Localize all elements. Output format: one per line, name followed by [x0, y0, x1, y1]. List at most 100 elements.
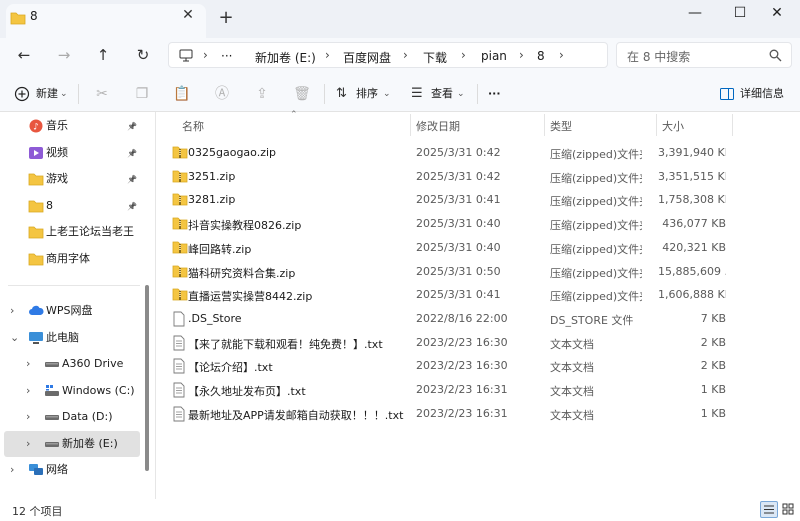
- sort-icon[interactable]: ⇅: [336, 83, 347, 105]
- file-type: 压缩(zipped)文件夹: [550, 219, 642, 233]
- sidebar-item-1[interactable]: 视频 📌: [0, 140, 152, 166]
- chevron-right-icon[interactable]: ›: [26, 351, 30, 377]
- table-row[interactable]: 3281.zip 2025/3/31 0:41 压缩(zipped)文件夹 1,758…: [160, 189, 760, 211]
- column-separator[interactable]: [656, 114, 657, 136]
- column-header-name[interactable]: 名称: [182, 118, 204, 134]
- breadcrumb-more[interactable]: ···: [221, 49, 232, 63]
- sidebar-tree-item-2[interactable]: › A360 Drive: [0, 351, 152, 377]
- more-options-button[interactable]: ···: [488, 83, 501, 105]
- folder-icon: [28, 173, 44, 186]
- refresh-button[interactable]: ↻: [130, 45, 156, 69]
- sidebar-item-2[interactable]: 游戏 📌: [0, 166, 152, 192]
- close-tab-icon[interactable]: ✕: [178, 7, 198, 23]
- file-size: 420,321 KB: [662, 240, 726, 254]
- address-bar[interactable]: › ··· 新加卷 (E:) › 百度网盘 › 下载 › pian › 8 ›: [168, 42, 608, 68]
- forward-button[interactable]: →: [51, 45, 77, 69]
- details-pane-icon[interactable]: [720, 88, 734, 100]
- up-button[interactable]: ↑: [90, 45, 116, 69]
- chevron-down-icon[interactable]: ⌄: [60, 83, 68, 105]
- table-row[interactable]: .DS_Store 2022/8/16 22:00 DS_STORE 文件 7 KB: [160, 308, 760, 330]
- sidebar-item-label: Data (D:): [62, 410, 113, 423]
- chevron-right-icon[interactable]: ›: [519, 48, 524, 62]
- table-row[interactable]: 直播运营实操营8442.zip 2025/3/31 0:41 压缩(zipped)文…: [160, 284, 760, 306]
- breadcrumb-pian[interactable]: pian: [481, 49, 507, 63]
- tiles-view-button[interactable]: [780, 501, 798, 518]
- table-row[interactable]: 【永久地址发布页】.txt 2023/2/23 16:31 文本文档 1 KB: [160, 379, 760, 401]
- copy-icon[interactable]: ❐: [131, 83, 153, 105]
- share-icon[interactable]: ⇪: [251, 83, 273, 105]
- column-header-modified[interactable]: 修改日期: [416, 118, 460, 134]
- chevron-right-icon[interactable]: ›: [461, 48, 466, 62]
- chevron-right-icon[interactable]: ›: [10, 457, 14, 483]
- file-name: 【永久地址发布页】.txt: [188, 385, 306, 398]
- sidebar-tree-item-0[interactable]: › WPS网盘: [0, 298, 152, 324]
- chevron-right-icon[interactable]: ›: [26, 404, 30, 430]
- folder-icon: [28, 200, 44, 212]
- view-icon[interactable]: ☰: [411, 83, 423, 105]
- sidebar-item-5[interactable]: 商用字体: [0, 246, 152, 272]
- sidebar-tree-item-5[interactable]: › 新加卷 (E:): [4, 431, 140, 457]
- sort-button[interactable]: 排序: [356, 83, 378, 105]
- table-row[interactable]: 【来了就能下载和观看！纯免费！】.txt 2023/2/23 16:30 文本文档 2…: [160, 332, 760, 354]
- sidebar-item-label: 此电脑: [46, 331, 79, 344]
- file-modified: 2023/2/23 16:30: [416, 335, 508, 349]
- chevron-right-icon[interactable]: ›: [26, 378, 30, 404]
- file-size: 2 KB: [700, 359, 726, 373]
- chevron-right-icon[interactable]: ›: [325, 48, 330, 62]
- file-size: 15,885,609 ...: [658, 264, 726, 278]
- cut-icon[interactable]: ✂: [91, 83, 113, 105]
- details-button[interactable]: 详细信息: [740, 83, 784, 105]
- column-header-type[interactable]: 类型: [550, 118, 572, 134]
- sidebar-tree-item-1[interactable]: ⌄ 此电脑: [0, 325, 152, 351]
- file-type: 文本文档: [550, 385, 594, 398]
- column-header-size[interactable]: 大小: [662, 118, 684, 134]
- back-button[interactable]: ←: [11, 45, 37, 69]
- tiles-view-icon: [782, 503, 794, 515]
- breadcrumb-download[interactable]: 下载: [423, 49, 447, 66]
- sidebar-tree-item-4[interactable]: › Data (D:): [0, 404, 152, 430]
- details-view-button[interactable]: [760, 501, 778, 518]
- sidebar-tree-item-3[interactable]: › Windows (C:): [0, 378, 152, 404]
- search-box[interactable]: 在 8 中搜索: [616, 42, 792, 68]
- table-row[interactable]: 抖音实操教程0826.zip 2025/3/31 0:40 压缩(zipped)文件…: [160, 213, 760, 235]
- chevron-down-icon[interactable]: ⌄: [457, 83, 465, 105]
- table-row[interactable]: 峰回路转.zip 2025/3/31 0:40 压缩(zipped)文件夹 420,3…: [160, 237, 760, 259]
- chevron-right-icon[interactable]: ›: [403, 48, 408, 62]
- chevron-down-icon[interactable]: ⌄: [10, 325, 19, 351]
- rename-icon[interactable]: Ⓐ: [211, 83, 233, 105]
- table-row[interactable]: 最新地址及APP请发邮箱自动获取！！！.txt 2023/2/23 16:31 文本…: [160, 403, 760, 425]
- sidebar-item-label: 游戏: [46, 172, 68, 185]
- chevron-right-icon[interactable]: ›: [26, 431, 30, 457]
- paste-icon[interactable]: 📋: [171, 83, 193, 105]
- chevron-right-icon[interactable]: ›: [10, 298, 14, 324]
- table-row[interactable]: 猫科研究资料合集.zip 2025/3/31 0:50 压缩(zipped)文件夹 1…: [160, 261, 760, 283]
- breadcrumb-current[interactable]: 8: [537, 49, 545, 63]
- column-separator[interactable]: [732, 114, 733, 136]
- sidebar-tree-item-6[interactable]: › 网络: [0, 457, 152, 483]
- new-icon[interactable]: [14, 86, 30, 102]
- folder-icon: [28, 226, 44, 239]
- view-button[interactable]: 查看: [431, 83, 453, 105]
- chevron-right-icon[interactable]: ›: [559, 48, 564, 62]
- breadcrumb-drive[interactable]: 新加卷 (E:): [255, 49, 316, 66]
- sidebar-item-4[interactable]: 上老王论坛当老王: [0, 219, 152, 245]
- table-row[interactable]: 0325gaogao.zip 2025/3/31 0:42 压缩(zipped)文件…: [160, 142, 760, 164]
- chevron-down-icon[interactable]: ⌄: [383, 83, 391, 105]
- sidebar-item-0[interactable]: ♪ 音乐 📌: [0, 113, 152, 139]
- sidebar-item-label: 上老王论坛当老王: [46, 225, 134, 238]
- file-type: 压缩(zipped)文件夹: [550, 195, 642, 209]
- search-icon[interactable]: [769, 49, 782, 62]
- new-button[interactable]: 新建: [36, 83, 58, 105]
- file-size: 7 KB: [700, 311, 726, 325]
- delete-icon[interactable]: 🗑: [291, 83, 313, 105]
- table-row[interactable]: 【论坛介绍】.txt 2023/2/23 16:30 文本文档 2 KB: [160, 355, 760, 377]
- pin-icon: 📌: [127, 201, 137, 211]
- column-separator[interactable]: [544, 114, 545, 136]
- breadcrumb-baidu[interactable]: 百度网盘: [343, 49, 391, 66]
- minimize-button[interactable]: —: [672, 2, 718, 30]
- new-tab-button[interactable]: +: [216, 7, 236, 29]
- sidebar-item-3[interactable]: 8 📌: [0, 193, 152, 219]
- table-row[interactable]: 3251.zip 2025/3/31 0:42 压缩(zipped)文件夹 3,351…: [160, 166, 760, 188]
- column-separator[interactable]: [410, 114, 411, 136]
- close-window-button[interactable]: ✕: [754, 2, 800, 30]
